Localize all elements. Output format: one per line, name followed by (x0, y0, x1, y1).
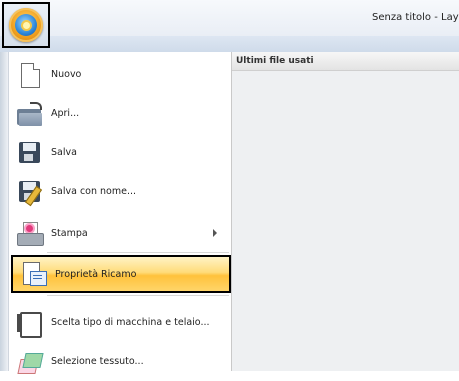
menu-item-save[interactable]: Salva (9, 133, 231, 172)
menu-item-label: Scelta tipo di macchina e telaio... (51, 317, 210, 328)
menu-divider (47, 295, 229, 296)
window-title: Senza titolo - Layou (372, 12, 459, 23)
menu-divider (47, 252, 229, 253)
ribbon-strip (0, 36, 459, 53)
menu-item-label: Salva con nome... (51, 186, 137, 197)
save-as-icon (15, 178, 43, 206)
menu-item-embroidery-properties[interactable]: Proprietà Ricamo (11, 255, 231, 293)
recent-files-title: Ultimi file usati (236, 56, 314, 66)
menu-item-label: Nuovo (51, 69, 82, 80)
recent-files-pane: Ultimi file usati (232, 52, 459, 371)
menu-item-label: Salva (51, 147, 77, 158)
new-document-icon (15, 61, 43, 89)
recent-files-header: Ultimi file usati (232, 52, 459, 71)
print-icon (15, 220, 44, 248)
app-orb-icon (9, 8, 43, 42)
embroidery-properties-icon (19, 260, 47, 288)
save-disk-icon (15, 139, 43, 167)
menu-item-save-as[interactable]: Salva con nome... (9, 172, 231, 211)
menu-item-open[interactable]: Apri... (9, 94, 231, 133)
open-folder-icon (15, 100, 43, 128)
menu-item-label: Stampa (51, 228, 88, 239)
menu-item-print[interactable]: Stampa (9, 214, 231, 253)
menu-item-label: Selezione tessuto... (51, 356, 144, 367)
submenu-arrow-icon (213, 229, 217, 237)
title-bar: Senza titolo - Layou (0, 0, 459, 36)
menu-item-fabric[interactable]: Selezione tessuto... (9, 342, 231, 381)
app-menu-button[interactable] (2, 2, 50, 48)
menu-item-machine-hoop[interactable]: Scelta tipo di macchina e telaio... (9, 303, 231, 342)
menu-item-new[interactable]: Nuovo (9, 55, 231, 94)
machine-hoop-icon (15, 309, 43, 338)
menu-list: Nuovo Apri... Salva Salva con nome... St… (9, 52, 232, 374)
menu-item-label: Apri... (51, 108, 80, 119)
menu-left-rail (0, 52, 9, 371)
menu-item-label: Proprietà Ricamo (55, 268, 137, 280)
fabric-icon (15, 348, 44, 376)
